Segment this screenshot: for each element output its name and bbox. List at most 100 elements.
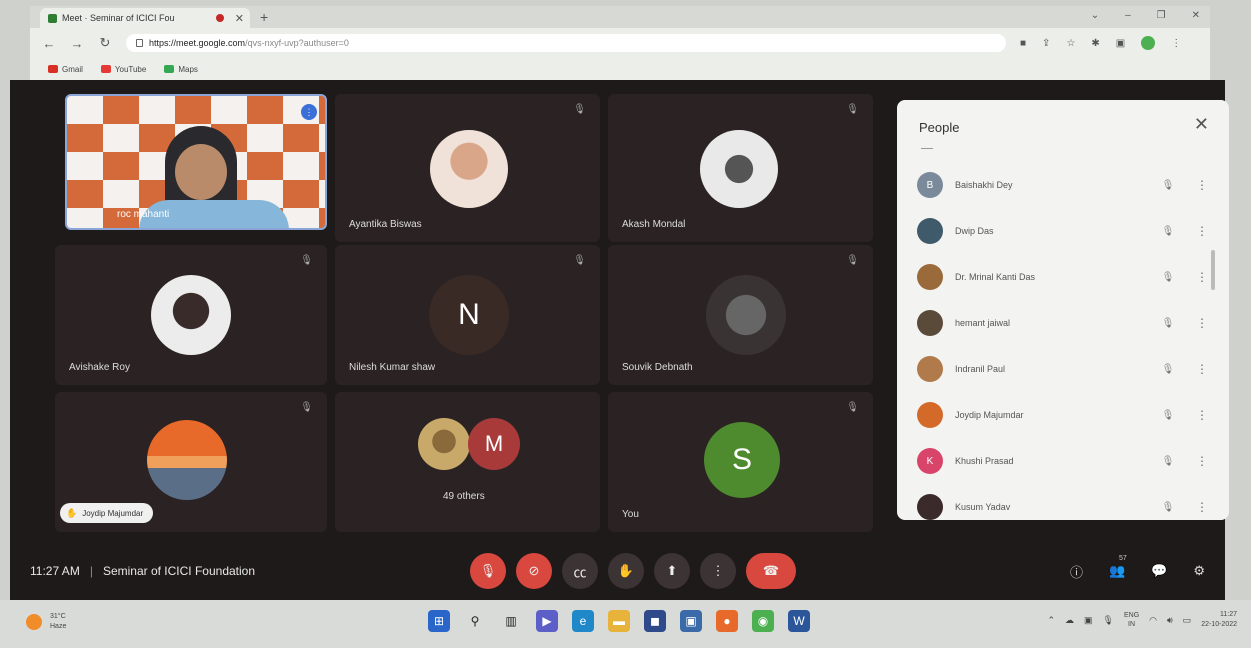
mic-icon[interactable]: 🎙︎ bbox=[1103, 615, 1114, 626]
word-icon[interactable]: W bbox=[788, 610, 810, 632]
new-tab-button[interactable]: + bbox=[260, 9, 268, 25]
mic-off-icon: 🎙︎ bbox=[573, 255, 586, 266]
more-options-icon[interactable]: ⋮ bbox=[1187, 454, 1217, 468]
close-window-button[interactable]: ✕ bbox=[1192, 10, 1200, 21]
address-bar[interactable]: https://meet.google.com/qvs-nxyf-uvp?aut… bbox=[126, 34, 1006, 52]
store-icon[interactable]: ◼ bbox=[644, 610, 666, 632]
participant-tile-others[interactable]: M 49 others bbox=[335, 392, 600, 532]
system-tray: ⌃ ☁ ▣ 🎙︎ ENG IN ◠ 🔊︎ ▭ 11:27 22-10-2022 bbox=[1047, 610, 1237, 630]
search-icon[interactable]: ⚲ bbox=[464, 610, 486, 632]
chrome-icon[interactable]: ◉ bbox=[752, 610, 774, 632]
more-options-icon[interactable]: ⋮ bbox=[1187, 500, 1217, 514]
mic-off-icon: 🎙︎ bbox=[1161, 271, 1175, 283]
reload-icon[interactable]: ↻ bbox=[98, 35, 112, 51]
more-options-icon[interactable]: ⋮ bbox=[1187, 224, 1217, 238]
battery-icon[interactable]: ▭ bbox=[1183, 615, 1192, 626]
bookmark-maps[interactable]: Maps bbox=[164, 65, 198, 74]
task-view-icon[interactable]: ▥ bbox=[500, 610, 522, 632]
window-controls: ⌄ – ❐ ✕ bbox=[1091, 10, 1200, 21]
participant-tile[interactable]: 🎙︎ Akash Mondal bbox=[608, 94, 873, 242]
restore-button[interactable]: ❐ bbox=[1157, 10, 1166, 21]
meet-tray-icon[interactable]: ▣ bbox=[1084, 615, 1093, 626]
clock[interactable]: 11:27 22-10-2022 bbox=[1201, 610, 1237, 630]
bookmarks-bar: Gmail YouTube Maps bbox=[30, 58, 1210, 80]
tile-name: Nilesh Kumar shaw bbox=[349, 362, 436, 373]
edge-icon[interactable]: e bbox=[572, 610, 594, 632]
others-count: 49 others bbox=[443, 491, 485, 502]
camera-toggle-button[interactable]: ⊘ bbox=[516, 553, 552, 589]
tab-meet[interactable]: Meet · Seminar of ICICI Fou ✕ bbox=[40, 8, 250, 28]
raise-hand-button[interactable]: ✋ bbox=[608, 553, 644, 589]
participant-row[interactable]: K Khushi Prasad 🎙︎ ⋮ bbox=[917, 438, 1217, 484]
teams-icon[interactable]: ▶ bbox=[536, 610, 558, 632]
participant-tile-presenter[interactable]: ⋮ roc mahanti bbox=[65, 94, 327, 230]
mic-off-icon: 🎙︎ bbox=[1161, 179, 1175, 191]
bookmark-gmail[interactable]: Gmail bbox=[48, 65, 83, 74]
participant-name: Joydip Majumdar bbox=[955, 410, 1024, 420]
sidebar-icon[interactable]: ▣ bbox=[1116, 38, 1125, 49]
participant-tile[interactable]: 🎙︎ Avishake Roy bbox=[55, 245, 327, 385]
participant-tile[interactable]: 🎙︎ Souvik Debnath bbox=[608, 245, 873, 385]
avatar bbox=[151, 275, 231, 355]
windows-start-icon[interactable]: ⊞ bbox=[428, 610, 450, 632]
tab-close-button[interactable]: ✕ bbox=[235, 12, 244, 25]
chevron-up-icon[interactable]: ⌃ bbox=[1047, 615, 1055, 626]
language-indicator[interactable]: ENG IN bbox=[1124, 611, 1139, 629]
file-explorer-icon[interactable]: ▬ bbox=[608, 610, 630, 632]
bookmark-youtube[interactable]: YouTube bbox=[100, 65, 146, 74]
share-icon[interactable]: ⇪ bbox=[1042, 38, 1050, 49]
profile-avatar[interactable] bbox=[1141, 36, 1156, 50]
participant-tile[interactable]: 🎙︎ Ayantika Biswas bbox=[335, 94, 600, 242]
participant-row[interactable]: hemant jaiwal 🎙︎ ⋮ bbox=[917, 300, 1217, 346]
participant-row[interactable]: Joydip Majumdar 🎙︎ ⋮ bbox=[917, 392, 1217, 438]
participant-row[interactable]: Kusum Yadav 🎙︎ ⋮ bbox=[917, 484, 1217, 530]
star-icon[interactable]: ☆ bbox=[1066, 38, 1075, 49]
people-button[interactable]: 👥 57 bbox=[1109, 555, 1127, 579]
participant-row[interactable]: Indranil Paul 🎙︎ ⋮ bbox=[917, 346, 1217, 392]
more-options-icon[interactable]: ⋮ bbox=[1187, 362, 1217, 376]
more-options-icon[interactable]: ⋮ bbox=[1187, 178, 1217, 192]
wifi-icon[interactable]: ◠ bbox=[1149, 615, 1157, 626]
forward-arrow-icon[interactable]: → bbox=[70, 36, 84, 51]
extensions-icon[interactable]: ✱ bbox=[1091, 38, 1099, 49]
weather-widget[interactable]: 31°C Haze bbox=[26, 612, 66, 632]
chevron-down-icon[interactable]: ⌄ bbox=[1091, 10, 1099, 21]
volume-icon[interactable]: 🔊︎ bbox=[1167, 615, 1173, 626]
more-options-icon[interactable]: ⋮ bbox=[1187, 408, 1217, 422]
info-icon[interactable]: ⓘ bbox=[1070, 562, 1083, 581]
settings-app-icon[interactable]: ▣ bbox=[680, 610, 702, 632]
leave-call-button[interactable]: ☎ bbox=[746, 553, 796, 589]
participant-tile-self[interactable]: 🎙︎ S You bbox=[608, 392, 873, 532]
participant-name: Indranil Paul bbox=[955, 364, 1006, 374]
menu-kebab-icon[interactable]: ⋮ bbox=[1171, 38, 1181, 49]
scrollbar[interactable] bbox=[1211, 250, 1215, 290]
chat-icon[interactable]: 💬 bbox=[1151, 563, 1167, 579]
participant-tile[interactable]: 🎙︎ N Nilesh Kumar shaw bbox=[335, 245, 600, 385]
present-button[interactable]: ⬆ bbox=[654, 553, 690, 589]
firefox-icon[interactable]: ● bbox=[716, 610, 738, 632]
camera-icon[interactable]: ■ bbox=[1020, 38, 1026, 49]
sun-icon bbox=[26, 614, 42, 630]
mic-off-icon: 🎙︎ bbox=[1161, 409, 1175, 421]
avatar bbox=[706, 275, 786, 355]
minimize-button[interactable]: – bbox=[1125, 10, 1131, 21]
participant-row[interactable]: Dwip Das 🎙︎ ⋮ bbox=[917, 208, 1217, 254]
maps-icon bbox=[164, 65, 175, 73]
more-options-icon[interactable]: ⋮ bbox=[1187, 316, 1217, 330]
os-taskbar: 31°C Haze ⊞ ⚲ ▥ ▶ e ▬ ◼ ▣ ● ◉ W ⌃ ☁ ▣ 🎙︎… bbox=[0, 600, 1251, 648]
back-arrow-icon[interactable]: ← bbox=[42, 36, 56, 51]
participant-row[interactable]: B Baishakhi Dey 🎙︎ ⋮ bbox=[917, 162, 1217, 208]
participant-row[interactable]: Dr. Mrinal Kanti Das 🎙︎ ⋮ bbox=[917, 254, 1217, 300]
mic-toggle-button[interactable]: 🎙︎ bbox=[470, 553, 506, 589]
raised-hand-chip: ✋ Joydip Majumdar bbox=[60, 503, 154, 523]
meet-favicon-icon bbox=[48, 13, 57, 23]
captions-button[interactable]: ㏄ bbox=[562, 553, 598, 589]
close-panel-button[interactable]: ✕ bbox=[1194, 114, 1209, 135]
weather-condition: Haze bbox=[50, 623, 67, 630]
cloud-icon[interactable]: ☁ bbox=[1065, 615, 1074, 626]
more-options-button[interactable]: ⋮ bbox=[700, 553, 736, 589]
activities-icon[interactable]: ⚙ bbox=[1193, 563, 1205, 579]
tab-strip: Meet · Seminar of ICICI Fou ✕ + ⌄ – ❐ ✕ bbox=[30, 6, 1210, 28]
side-controls: ⓘ 👥 57 💬 ⚙ bbox=[1070, 555, 1205, 581]
avatar bbox=[430, 130, 508, 208]
